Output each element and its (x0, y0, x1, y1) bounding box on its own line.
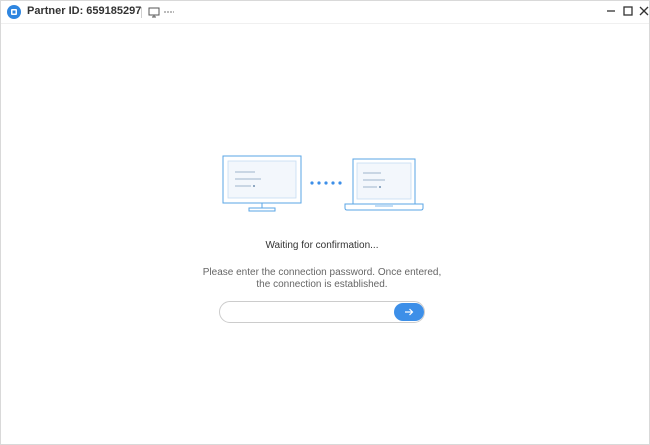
submit-button[interactable] (394, 303, 424, 321)
instructions-line-1: Please enter the connection password. On… (202, 267, 442, 278)
more-icon[interactable] (163, 6, 175, 18)
app-window: Partner ID: 659185297 Waiting for confir… (0, 0, 650, 445)
window-title: Partner ID: 659185297 (27, 5, 142, 17)
connection-dots (310, 181, 342, 185)
instructions-text: Please enter the connection password. On… (1, 267, 643, 291)
title-divider (141, 7, 142, 18)
screen-icon[interactable] (148, 6, 160, 18)
laptop-icon (344, 158, 424, 211)
status-text: Waiting for confirmation... (265, 240, 379, 251)
desktop-monitor-icon (222, 155, 302, 212)
instructions-line-2: the connection is established. (256, 279, 388, 290)
app-logo-icon (7, 5, 21, 19)
close-icon[interactable] (637, 4, 650, 18)
maximize-icon[interactable] (621, 4, 635, 18)
arrow-right-icon (405, 308, 414, 316)
title-bar: Partner ID: 659185297 (1, 1, 649, 24)
connection-illustration (222, 155, 424, 212)
password-input[interactable] (230, 305, 390, 319)
minimize-icon[interactable] (604, 4, 618, 18)
password-field-container (219, 301, 425, 323)
